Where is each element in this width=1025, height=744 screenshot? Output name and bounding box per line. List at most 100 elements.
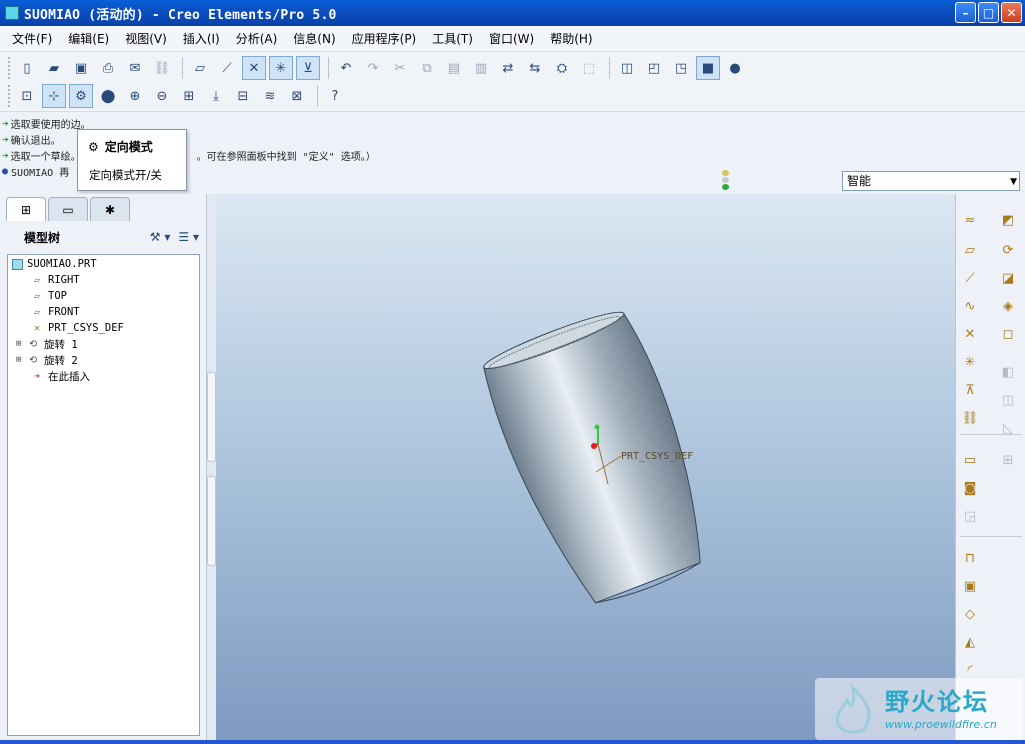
sweep-icon[interactable]: ◪ xyxy=(996,266,1020,290)
hidden-line-icon[interactable]: ◰ xyxy=(642,56,666,80)
chevron-down-icon[interactable]: ▼ xyxy=(1010,173,1017,191)
tree-item-right[interactable]: ▱ RIGHT xyxy=(30,273,80,287)
sash-handle[interactable] xyxy=(207,476,216,566)
tree-settings-icon[interactable]: ⚒ ▾ xyxy=(150,230,171,244)
mirror-icon[interactable]: ◧ xyxy=(996,360,1020,384)
send-link-icon[interactable]: ⛓ xyxy=(150,56,174,80)
tree-item-front[interactable]: ▱ FRONT xyxy=(30,305,80,319)
toolbar-grip[interactable] xyxy=(8,57,11,79)
hole-icon[interactable]: ⊓ xyxy=(958,546,982,570)
copy-icon[interactable]: ⧉ xyxy=(415,56,439,80)
datum-plane-display-icon[interactable]: ▱ xyxy=(188,56,212,80)
tree-item-revolve-1[interactable]: ⊞ ⟲ 旋转 1 xyxy=(16,337,78,351)
trim-icon[interactable]: ◺ xyxy=(996,416,1020,440)
window-title: SUOMIAO (活动的) - Creo Elements/Pro 5.0 xyxy=(24,7,337,23)
draft-icon[interactable]: ◭ xyxy=(958,630,982,654)
paste-icon[interactable]: ▤ xyxy=(442,56,466,80)
tree-item-revolve-2[interactable]: ⊞ ⟲ 旋转 2 xyxy=(16,353,78,367)
save-icon[interactable]: ▣ xyxy=(69,56,93,80)
analysis-feature-icon[interactable]: ⊼ xyxy=(958,378,982,402)
menu-help[interactable]: 帮助(H) xyxy=(544,30,598,47)
datum-point-tool-icon[interactable]: ✕ xyxy=(958,322,982,346)
regenerate-manager-icon[interactable]: ⇆ xyxy=(523,56,547,80)
revolve-tool-icon[interactable]: ⟳ xyxy=(996,238,1020,262)
no-hidden-icon[interactable]: ◳ xyxy=(669,56,693,80)
tree-show-icon[interactable]: ☰ ▾ xyxy=(178,230,199,244)
annotation-feature-icon[interactable]: ▭ xyxy=(958,448,982,472)
header-buttons: ⚒ ▾ ☰ ▾ xyxy=(150,230,199,244)
expand-icon[interactable]: ⊞ xyxy=(16,339,24,349)
toolbar-grip-2[interactable] xyxy=(8,85,11,107)
paste-special-icon[interactable]: ▥ xyxy=(469,56,493,80)
enhanced-realism-icon[interactable]: ● xyxy=(723,56,747,80)
selection-filter-dropdown[interactable]: 智能 ▼ xyxy=(842,171,1020,191)
datum-point-display-icon[interactable]: ✕ xyxy=(242,56,266,80)
menu-analysis[interactable]: 分析(A) xyxy=(230,30,284,47)
context-help-icon[interactable]: ? xyxy=(323,84,347,108)
minimize-button[interactable]: – xyxy=(955,2,976,23)
find-icon[interactable]: ⛭ xyxy=(550,56,574,80)
datum-curve-icon[interactable]: ∿ xyxy=(958,294,982,318)
tab-folder-browser[interactable]: ▭ xyxy=(48,197,88,221)
datum-axis-tool-icon[interactable]: ⟋ xyxy=(958,266,982,290)
menu-edit[interactable]: 编辑(E) xyxy=(62,30,115,47)
graphics-window[interactable]: PRT_CSYS_DEF xyxy=(216,194,955,740)
blend-icon[interactable]: ◈ xyxy=(996,294,1020,318)
datum-curve-sketch-icon[interactable]: ≈ xyxy=(958,208,982,232)
pattern-icon[interactable]: ⊞ xyxy=(996,448,1020,472)
orient-mode-icon[interactable]: ⚙ xyxy=(69,84,93,108)
menu-info[interactable]: 信息(N) xyxy=(287,30,341,47)
layers-icon[interactable]: ≋ xyxy=(258,84,282,108)
boundary-blend-icon[interactable]: ◻ xyxy=(996,322,1020,346)
zoom-out-icon[interactable]: ⊖ xyxy=(150,84,174,108)
panel-sash[interactable] xyxy=(207,194,216,740)
tree-item-csys[interactable]: ✕ PRT_CSYS_DEF xyxy=(30,321,124,335)
saved-views-icon[interactable]: ⊟ xyxy=(231,84,255,108)
regenerate-icon[interactable]: ⇄ xyxy=(496,56,520,80)
tree-item-insert-here[interactable]: ➔ 在此插入 xyxy=(30,369,90,383)
wireframe-icon[interactable]: ◫ xyxy=(615,56,639,80)
open-folder-icon[interactable]: ▰ xyxy=(42,56,66,80)
cut-icon[interactable]: ✂ xyxy=(388,56,412,80)
reorient-icon[interactable]: ⤓ xyxy=(204,84,228,108)
zoom-in-icon[interactable]: ⊕ xyxy=(123,84,147,108)
datum-axis-display-icon[interactable]: ⟋ xyxy=(215,56,239,80)
shell-icon[interactable]: ▣ xyxy=(958,574,982,598)
rib-icon[interactable]: ◇ xyxy=(958,602,982,626)
view-manager-icon[interactable]: ⊠ xyxy=(285,84,309,108)
extrude-icon[interactable]: ◩ xyxy=(996,208,1020,232)
tab-model-tree[interactable]: ⊞ xyxy=(6,197,46,221)
merge-icon[interactable]: ◫ xyxy=(996,388,1020,412)
tree-item-top[interactable]: ▱ TOP xyxy=(30,289,67,303)
appearance-sphere-icon[interactable]: ⬤ xyxy=(96,84,120,108)
menu-file[interactable]: 文件(F) xyxy=(6,30,58,47)
refit-icon[interactable]: ⊞ xyxy=(177,84,201,108)
maximize-button[interactable]: □ xyxy=(978,2,999,23)
menu-applications[interactable]: 应用程序(P) xyxy=(346,30,423,47)
menu-view[interactable]: 视图(V) xyxy=(119,30,173,47)
selection-box-icon[interactable]: ⬚ xyxy=(577,56,601,80)
new-file-icon[interactable]: ▯ xyxy=(15,56,39,80)
print-icon[interactable]: ⎙ xyxy=(96,56,120,80)
cosmetic-sketch-icon[interactable]: ◙ xyxy=(958,476,982,500)
cosmetic-thread-icon[interactable]: ◲ xyxy=(958,504,982,528)
shading-icon[interactable]: ■ xyxy=(696,56,720,80)
menu-tools[interactable]: 工具(T) xyxy=(426,30,479,47)
sketch-view-icon[interactable]: ⊡ xyxy=(15,84,39,108)
tab-favorites[interactable]: ✱ xyxy=(90,197,130,221)
expand-icon[interactable]: ⊞ xyxy=(16,355,24,365)
menu-window[interactable]: 窗口(W) xyxy=(483,30,540,47)
csys-tool-icon[interactable]: ✳ xyxy=(958,350,982,374)
datum-plane-tool-icon[interactable]: ▱ xyxy=(958,238,982,262)
send-mail-icon[interactable]: ✉ xyxy=(123,56,147,80)
menu-insert[interactable]: 插入(I) xyxy=(177,30,226,47)
close-button[interactable]: ✕ xyxy=(1001,2,1022,23)
spin-center-icon[interactable]: ⊹ xyxy=(42,84,66,108)
redo-icon[interactable]: ↷ xyxy=(361,56,385,80)
csys-display-icon[interactable]: ✳ xyxy=(269,56,293,80)
chain-icon[interactable]: ⛓ xyxy=(958,406,982,430)
annotation-display-icon[interactable]: ⊻ xyxy=(296,56,320,80)
tree-item-part[interactable]: SUOMIAO.PRT xyxy=(12,257,97,271)
undo-icon[interactable]: ↶ xyxy=(334,56,358,80)
sash-handle[interactable] xyxy=(207,372,216,462)
